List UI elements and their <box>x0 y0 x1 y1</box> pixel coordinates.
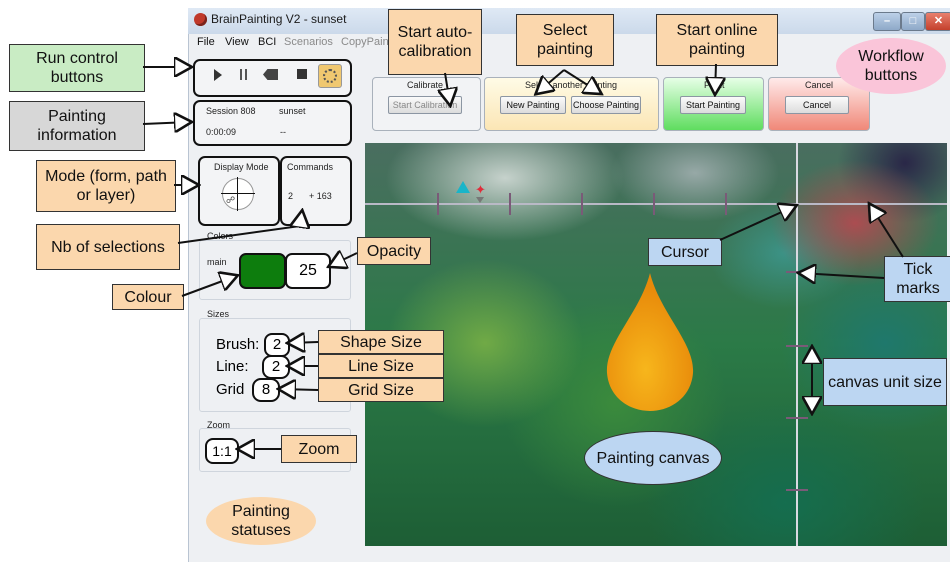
callout-arrows <box>142 0 904 562</box>
